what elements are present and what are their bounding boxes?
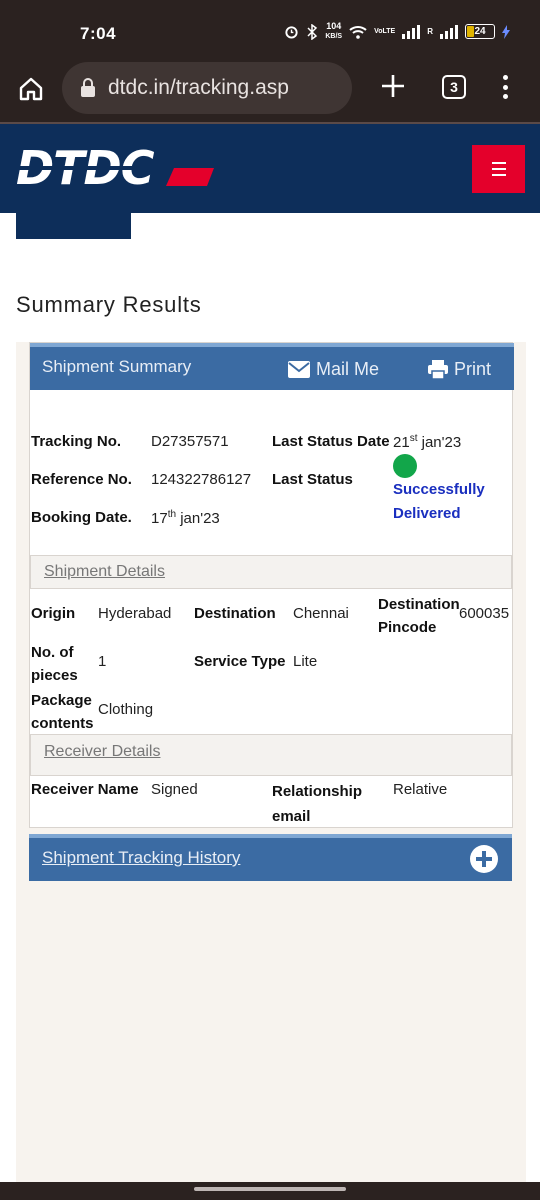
receiver-details-header: Receiver Details [30, 734, 512, 776]
battery-icon: 24 [465, 24, 495, 39]
printer-icon [428, 360, 448, 379]
status-time: 7:04 [80, 24, 117, 43]
site-menu-button[interactable] [472, 145, 525, 193]
results-panel: Shipment Summary Mail Me Print Tracking … [16, 342, 526, 1200]
last-status-line1: Successfully [393, 481, 485, 499]
shipment-summary-card: Shipment Summary Mail Me Print Tracking … [29, 342, 514, 829]
shipment-summary-header: Shipment Summary Mail Me Print [30, 343, 514, 390]
origin-label: Origin [31, 605, 76, 622]
destination-pincode-value: 600035 [459, 605, 510, 622]
wifi-icon [349, 25, 367, 39]
address-bar[interactable]: dtdc.in/tracking.asp [62, 62, 352, 114]
mail-me-button[interactable]: Mail Me [288, 359, 379, 380]
last-status-label: Last Status [272, 471, 353, 488]
plus-icon [382, 75, 404, 97]
status-dot-icon [393, 454, 417, 479]
reference-no-value: 124322786127 [151, 471, 252, 488]
booking-day-suffix: th [167, 509, 177, 520]
booking-date-label: Booking Date. [31, 509, 132, 526]
package-contents-label: Package contents [31, 689, 94, 735]
last-status-line2: Delivered [393, 505, 461, 523]
status-icons: 104 KB/S VoLTE R 24 [284, 22, 510, 41]
network-speed-unit: KB/S [325, 33, 343, 40]
booking-day: 17 [151, 510, 168, 527]
reference-no-label: Reference No. [31, 471, 132, 488]
charging-icon [502, 24, 510, 39]
shipment-details-link[interactable]: Shipment Details [44, 563, 165, 581]
receiver-name-value: Signed [151, 781, 198, 798]
shipment-summary-title: Shipment Summary [42, 357, 192, 376]
destination-pincode-label-line1: Destination [378, 596, 460, 613]
bluetooth-icon [306, 23, 318, 40]
service-type-label: Service Type [194, 653, 286, 670]
browser-toolbar: dtdc.in/tracking.asp 3 [0, 56, 540, 122]
receiver-name-label: Receiver Name [31, 781, 139, 798]
network-speed: 104 KB/S [325, 22, 342, 41]
new-tab-button[interactable] [378, 71, 408, 101]
tab-switcher-button[interactable]: 3 [442, 75, 466, 99]
alarm-icon [284, 24, 299, 39]
print-button[interactable]: Print [428, 359, 491, 380]
tracking-history-link[interactable]: Shipment Tracking History [42, 848, 240, 868]
battery-level: 24 [474, 26, 486, 37]
relationship-value: Relative [393, 781, 448, 798]
home-button[interactable] [16, 74, 46, 104]
destination-pincode-label: Destination Pincode [378, 593, 460, 639]
last-status-date-value: 21st jan'23 [393, 433, 461, 451]
pieces-value: 1 [98, 653, 107, 670]
lock-icon [80, 78, 96, 98]
menu-dot-icon [502, 75, 508, 80]
pieces-label: No. of pieces [31, 641, 78, 687]
tracking-no-value: D27357571 [151, 433, 229, 450]
last-status-day: 21 [393, 434, 410, 451]
hamburger-line-icon [491, 174, 506, 176]
destination-label: Destination [194, 605, 276, 622]
destination-value: Chennai [293, 605, 349, 622]
relationship-label-line2: email [272, 808, 311, 825]
package-contents-value: Clothing [98, 701, 154, 718]
last-status-date-label: Last Status Date [272, 433, 390, 450]
shipment-details-header: Shipment Details [30, 555, 512, 589]
gesture-bar [0, 1182, 540, 1200]
package-contents-label-line2: contents [31, 715, 94, 732]
menu-dot-icon [502, 94, 508, 99]
pieces-label-line1: No. of [31, 644, 74, 661]
hamburger-line-icon [491, 162, 506, 164]
print-label: Print [454, 359, 492, 379]
url-text: dtdc.in/tracking.asp [108, 76, 289, 99]
home-icon [19, 77, 43, 101]
booking-date-value: 17th jan'23 [151, 509, 220, 527]
booking-month-year: jan'23 [176, 510, 220, 527]
dtdc-logo-icon: DTDC [14, 141, 214, 195]
service-type-value: Lite [293, 653, 318, 670]
package-contents-label-line1: Package [31, 692, 92, 709]
header-tab-decoration [16, 213, 131, 239]
signal-icon-2 [440, 24, 458, 39]
dtdc-logo[interactable]: DTDC [14, 141, 214, 195]
signal-icon [402, 24, 421, 39]
menu-dot-icon [502, 84, 508, 90]
home-gesture-handle[interactable] [194, 1187, 346, 1191]
pieces-label-line2: pieces [31, 667, 78, 684]
volte-icon: VoLTE [374, 28, 396, 35]
relationship-label: Relationship email [272, 779, 362, 829]
roaming-indicator: R [427, 27, 433, 36]
receiver-details-link[interactable]: Receiver Details [44, 743, 160, 761]
network-speed-value: 104 [326, 21, 342, 31]
last-status-month-year: jan'23 [417, 434, 462, 451]
last-status-value: Successfully Delivered [393, 454, 512, 526]
relationship-label-line1: Relationship [272, 783, 363, 800]
destination-pincode-label-line2: Pincode [378, 619, 437, 636]
status-bar: 7:04 104 KB/S VoLTE R 24 [0, 0, 540, 56]
tracking-history-bar[interactable]: Shipment Tracking History [29, 834, 512, 881]
hamburger-line-icon [491, 168, 506, 170]
origin-value: Hyderabad [98, 605, 172, 622]
browser-menu-button[interactable] [500, 72, 510, 102]
site-header: DTDC [0, 122, 540, 213]
mail-icon [288, 361, 310, 378]
page-title: Summary Results [16, 292, 202, 317]
expand-plus-icon[interactable] [470, 845, 498, 873]
mail-me-label: Mail Me [316, 359, 380, 379]
tracking-no-label: Tracking No. [31, 433, 122, 450]
